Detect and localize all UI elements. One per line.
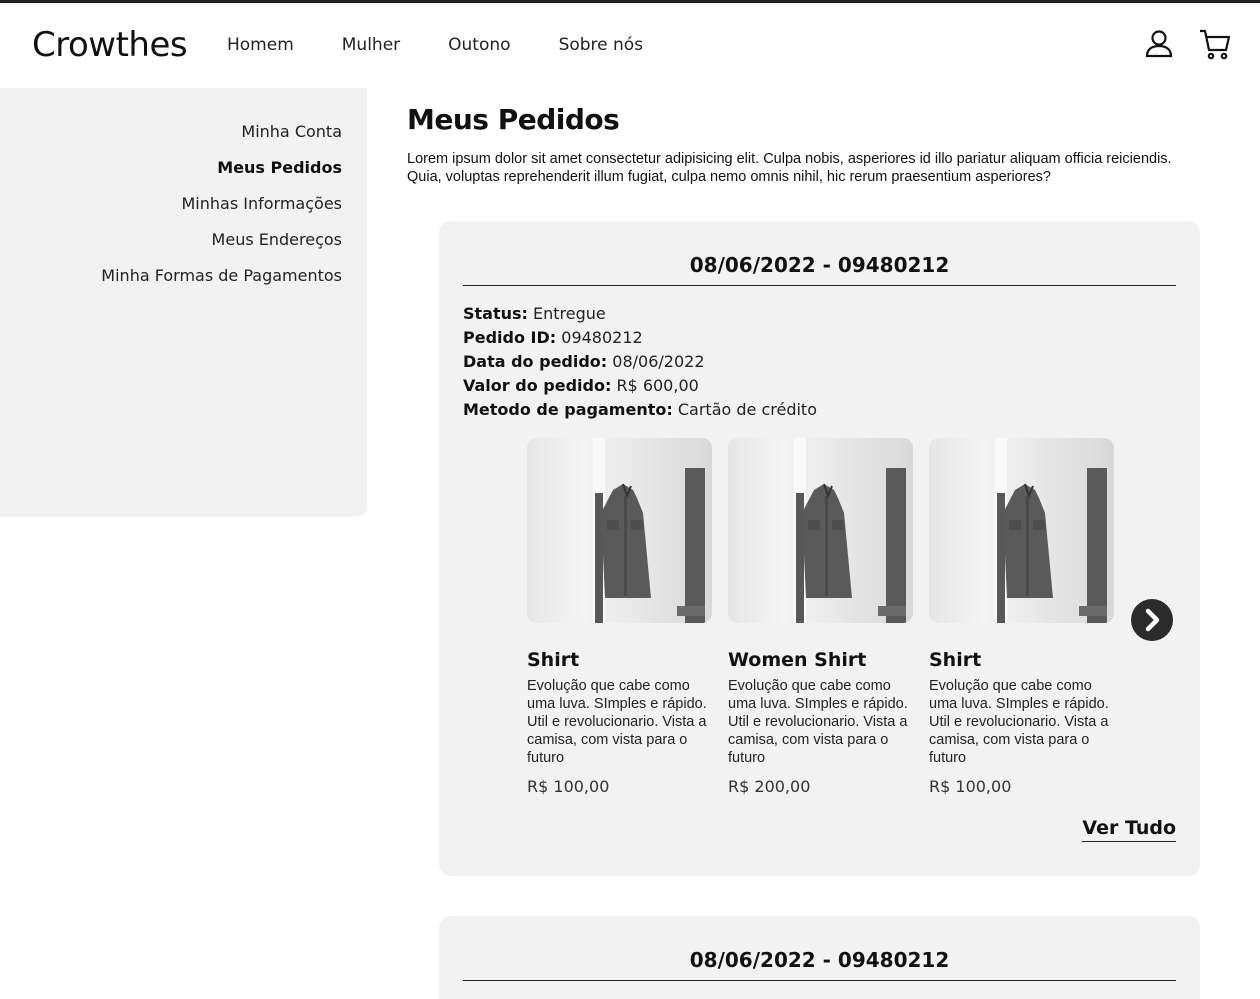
product-card[interactable]: Shirt Evolução que cabe como uma luva. S… — [527, 438, 712, 796]
order-total: Valor do pedido: R$ 600,00 — [463, 374, 1200, 398]
sidebar-item-minhas-informacoes[interactable]: Minhas Informações — [0, 186, 343, 222]
user-icon[interactable] — [1142, 27, 1176, 61]
product-price: R$ 100,00 — [527, 777, 610, 796]
product-image[interactable] — [929, 438, 1114, 623]
product-card[interactable]: Women Shirt Evolução que cabe como uma l… — [728, 438, 913, 796]
order-date-value: 08/06/2022 — [612, 352, 705, 371]
order-payment-value: Cartão de crédito — [677, 400, 817, 419]
order-status-value: Entregue — [533, 304, 606, 323]
product-image[interactable] — [527, 438, 712, 623]
sidebar-item-minha-conta[interactable]: Minha Conta — [0, 114, 342, 150]
order-id-label: Pedido ID: — [463, 328, 557, 347]
product-price: R$ 100,00 — [929, 777, 1012, 796]
header-actions — [1142, 27, 1232, 61]
product-name[interactable]: Women Shirt — [728, 649, 913, 671]
order-card: 08/06/2022 - 09480212 — [439, 916, 1200, 999]
main-nav: Homem Mulher Outono Sobre nós — [227, 35, 691, 55]
product-description: Evolução que cabe como uma luva. SImples… — [728, 678, 908, 766]
order-id-value: 09480212 — [561, 328, 643, 347]
carousel-next-button[interactable] — [1131, 599, 1173, 641]
cart-icon[interactable] — [1198, 27, 1232, 61]
page-title: Meus Pedidos — [407, 103, 620, 136]
sidebar-item-formas-de-pagamento[interactable]: Minha Formas de Pagamentos — [0, 258, 342, 294]
product-card[interactable]: Shirt Evolução que cabe como uma luva. S… — [929, 438, 1114, 796]
brand-logo[interactable]: Crowthes — [32, 25, 188, 65]
main-content: Meus Pedidos Lorem ipsum dolor sit amet … — [407, 88, 1227, 186]
nav-link-homem[interactable]: Homem — [227, 35, 294, 55]
site-header: Crowthes Homem Mulher Outono Sobre nós — [0, 3, 1260, 88]
product-name[interactable]: Shirt — [527, 649, 712, 671]
product-description: Evolução que cabe como uma luva. SImples… — [929, 678, 1109, 766]
page-description: Lorem ipsum dolor sit amet consectetur a… — [407, 151, 1172, 185]
order-id: Pedido ID: 09480212 — [463, 326, 1200, 350]
product-description: Evolução que cabe como uma luva. SImples… — [527, 678, 707, 766]
order-status-label: Status: — [463, 304, 528, 323]
order-total-value: R$ 600,00 — [616, 376, 699, 395]
order-date-label: Data do pedido: — [463, 352, 608, 371]
order-card: 08/06/2022 - 09480212 Status: Entregue P… — [439, 221, 1200, 876]
nav-link-outono[interactable]: Outono — [448, 35, 510, 55]
order-header: 08/06/2022 - 09480212 — [463, 948, 1176, 981]
product-carousel: Shirt Evolução que cabe como uma luva. S… — [527, 438, 1114, 796]
sidebar-item-meus-enderecos[interactable]: Meus Endereços — [0, 222, 342, 258]
nav-link-mulher[interactable]: Mulher — [342, 35, 400, 55]
order-payment-method: Metodo de pagamento: Cartão de crédito — [463, 398, 1200, 422]
order-info: Status: Entregue Pedido ID: 09480212 Dat… — [463, 302, 1200, 422]
order-header: 08/06/2022 - 09480212 — [463, 253, 1176, 286]
sidebar-item-meus-pedidos[interactable]: Meus Pedidos — [0, 150, 342, 186]
order-payment-label: Metodo de pagamento: — [463, 400, 673, 419]
order-date: Data do pedido: 08/06/2022 — [463, 350, 1200, 374]
product-image[interactable] — [728, 438, 913, 623]
product-price: R$ 200,00 — [728, 777, 811, 796]
order-total-label: Valor do pedido: — [463, 376, 612, 395]
product-name[interactable]: Shirt — [929, 649, 1114, 671]
order-status: Status: Entregue — [463, 302, 1200, 326]
account-sidebar: Minha Conta Meus Pedidos Minhas Informaç… — [0, 88, 367, 517]
see-all-link[interactable]: Ver Tudo — [1082, 817, 1176, 842]
chevron-right-icon — [1131, 599, 1173, 641]
nav-link-sobre-nos[interactable]: Sobre nós — [559, 35, 644, 55]
